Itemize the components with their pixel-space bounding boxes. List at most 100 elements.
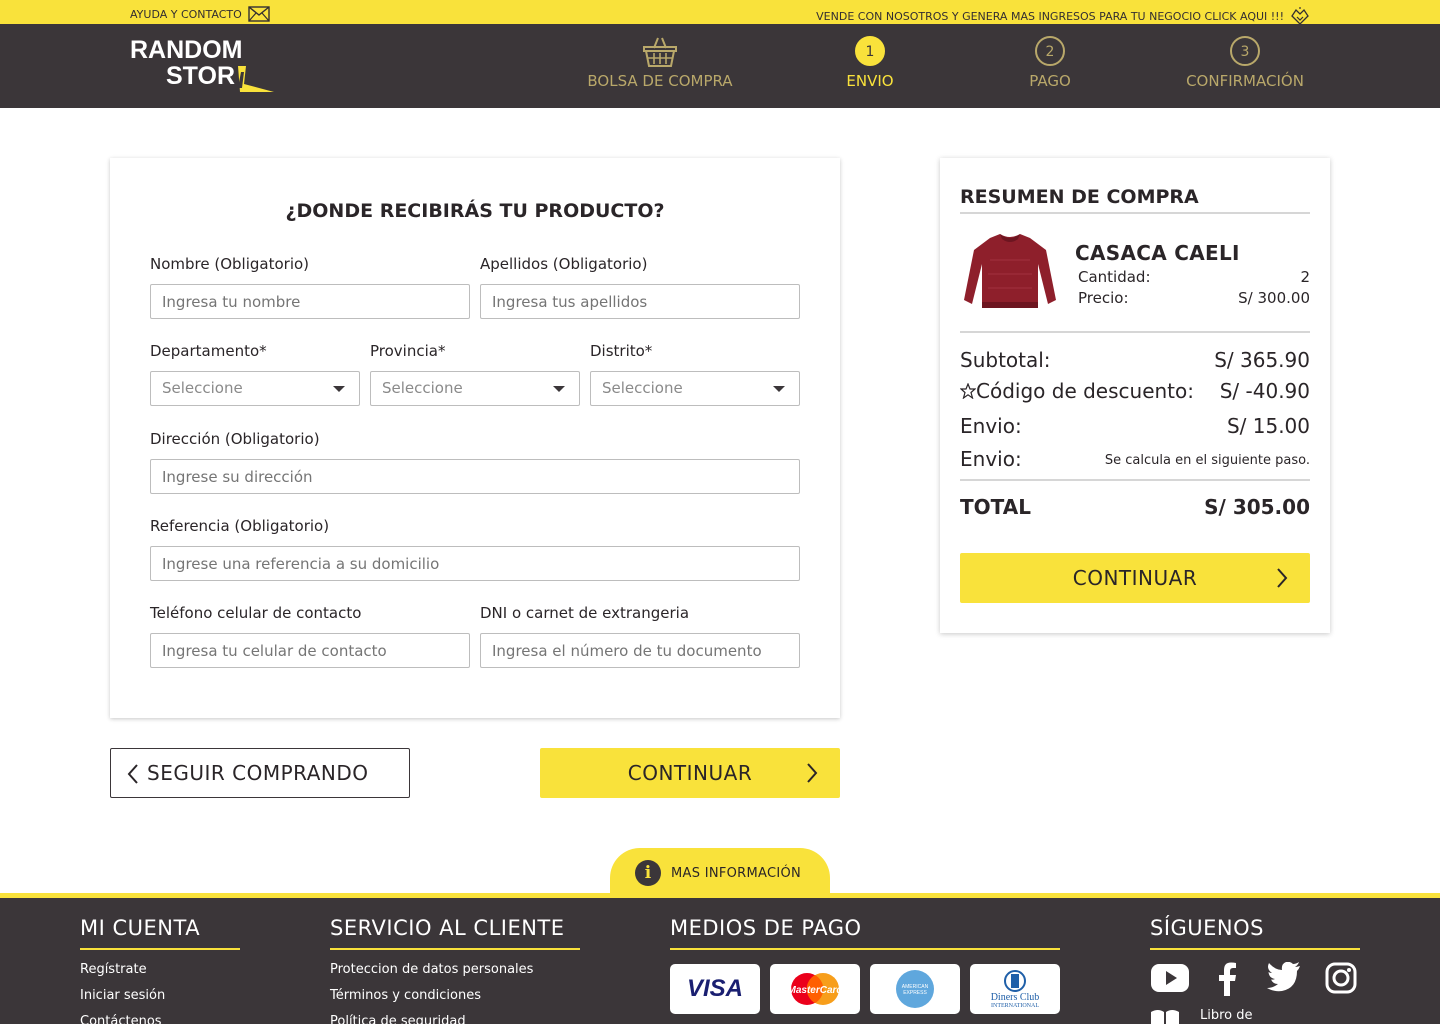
provincia-label: Provincia* (370, 342, 446, 360)
shipping-note-label: Envio: (960, 447, 1022, 471)
keep-shopping-label: SEGUIR COMPRANDO (147, 761, 369, 785)
contact-link[interactable]: Contáctenos (80, 1014, 162, 1024)
footer: MI CUENTA Regístrate Iniciar sesión Cont… (0, 898, 1440, 1024)
footer-follow-us-title: SÍGUENOS (1150, 916, 1360, 950)
telefono-input[interactable] (150, 633, 470, 668)
help-contact-link[interactable]: AYUDA Y CONTACTO (130, 6, 270, 22)
star-icon[interactable] (959, 382, 977, 400)
random-store-logo[interactable]: RANDOM STOR (128, 36, 278, 96)
step-number: 1 (855, 36, 885, 66)
discount-value: S/ -40.90 (1219, 379, 1310, 403)
basket-icon (583, 36, 737, 72)
product-name: CASACA CAELI (1075, 241, 1240, 265)
handshake-icon (1291, 7, 1309, 25)
visa-card: VISA (670, 964, 760, 1014)
shipping-value: S/ 15.00 (1226, 414, 1310, 438)
price-label: Precio: (1078, 289, 1129, 307)
mail-icon (248, 6, 270, 22)
departamento-label: Departamento* (150, 342, 267, 360)
terms-link[interactable]: Términos y condiciones (330, 988, 481, 1003)
step-label: CONFIRMACIÓN (1186, 72, 1304, 90)
help-contact-label: AYUDA Y CONTACTO (130, 7, 242, 21)
shipping-row: Envio: S/ 15.00 (960, 414, 1310, 438)
price-value: S/ 300.00 (1238, 289, 1310, 307)
svg-text:INTERNATIONAL: INTERNATIONAL (991, 1003, 1039, 1009)
youtube-icon[interactable] (1150, 962, 1190, 994)
apellidos-input[interactable] (480, 284, 800, 319)
svg-text:Diners Club: Diners Club (991, 992, 1040, 1003)
step-confirmacion[interactable]: 3 CONFIRMACIÓN (1175, 36, 1315, 90)
chevron-right-icon (1277, 568, 1288, 588)
divider (960, 212, 1310, 214)
divider (960, 331, 1310, 333)
total-label: TOTAL (960, 495, 1031, 519)
quantity-label: Cantidad: (1078, 268, 1151, 286)
footer-my-account-title: MI CUENTA (80, 916, 240, 950)
complaints-book-icon[interactable] (1150, 1008, 1180, 1024)
sell-with-us-link[interactable]: VENDE CON NOSOTROS Y GENERA MAS INGRESOS… (816, 6, 1310, 26)
discount-row: Código de descuento: S/ -40.90 (959, 379, 1310, 403)
summary-continue-label: CONTINUAR (1072, 566, 1198, 590)
departamento-select[interactable]: Seleccione (150, 371, 360, 406)
twitter-icon[interactable] (1267, 962, 1301, 992)
facebook-icon[interactable] (1216, 962, 1238, 996)
caret-down-icon (333, 386, 345, 392)
top-bar: AYUDA Y CONTACTO VENDE CON NOSOTROS Y GE… (0, 0, 1440, 26)
nombre-input[interactable] (150, 284, 470, 319)
discount-label: Código de descuento: (976, 379, 1194, 403)
footer-customer-service-title: SERVICIO AL CLIENTE (330, 916, 580, 950)
security-policy-link[interactable]: Política de seguridad (330, 1014, 466, 1024)
amex-card: AMERICAN EXPRESS (870, 964, 960, 1014)
instagram-icon[interactable] (1325, 962, 1357, 994)
direccion-input[interactable] (150, 459, 800, 494)
departamento-select-value: Seleccione (162, 379, 243, 397)
step-label: ENVIO (846, 72, 894, 90)
dni-label: DNI o carnet de extrangeria (480, 604, 690, 622)
dni-input[interactable] (480, 633, 800, 668)
login-link[interactable]: Iniciar sesión (80, 988, 165, 1003)
register-link[interactable]: Regístrate (80, 962, 147, 977)
shipping-note-value: Se calcula en el siguiente paso. (1104, 453, 1310, 468)
chevron-left-icon (127, 764, 138, 784)
logo-mark: RANDOM STOR (130, 36, 274, 92)
chevron-right-icon (807, 763, 818, 783)
summary-continue-button[interactable]: CONTINUAR (960, 553, 1310, 603)
step-envio[interactable]: 1 ENVIO (830, 36, 910, 90)
product-image (960, 230, 1060, 316)
total-row: TOTAL S/ 305.00 (960, 495, 1310, 519)
subtotal-row: Subtotal: S/ 365.90 (960, 348, 1310, 372)
order-summary: RESUMEN DE COMPRA CASACA CAELI Cantidad:… (940, 158, 1330, 633)
more-info-tab[interactable]: i MAS INFORMACIÓN (610, 848, 830, 898)
continue-button[interactable]: CONTINUAR (540, 748, 840, 798)
info-icon: i (635, 860, 661, 886)
caret-down-icon (553, 386, 565, 392)
data-protection-link[interactable]: Proteccion de datos personales (330, 962, 533, 977)
svg-text:STOR: STOR (166, 62, 235, 90)
complaints-book-link[interactable]: Libro de (1200, 1008, 1253, 1023)
distrito-select[interactable]: Seleccione (590, 371, 800, 406)
more-info-label: MAS INFORMACIÓN (671, 866, 802, 881)
divider (960, 479, 1310, 481)
quantity-value: 2 (1300, 268, 1310, 286)
nombre-label: Nombre (Obligatorio) (150, 255, 310, 273)
shipping-label: Envio: (960, 414, 1022, 438)
referencia-input[interactable] (150, 546, 800, 581)
keep-shopping-button[interactable]: SEGUIR COMPRANDO (110, 748, 410, 798)
mastercard-card: MasterCard (770, 964, 860, 1014)
checkout-header: RANDOM STOR BOLSA DE COMPRA 1 ENVIO 2 PA… (0, 24, 1440, 108)
step-shopping-bag[interactable]: BOLSA DE COMPRA (583, 36, 737, 90)
subtotal-value: S/ 365.90 (1214, 348, 1310, 372)
provincia-select[interactable]: Seleccione (370, 371, 580, 406)
continue-label: CONTINUAR (627, 761, 753, 785)
svg-text:EXPRESS: EXPRESS (903, 990, 927, 996)
diners-logo: Diners Club INTERNATIONAL (991, 970, 1040, 1009)
diners-card: Diners Club INTERNATIONAL (970, 964, 1060, 1014)
apellidos-label: Apellidos (Obligatorio) (480, 255, 648, 273)
shipping-note-row: Envio: Se calcula en el siguiente paso. (960, 447, 1310, 471)
step-number: 2 (1035, 36, 1065, 66)
step-pago[interactable]: 2 PAGO (1010, 36, 1090, 90)
telefono-label: Teléfono celular de contacto (150, 604, 362, 622)
step-label: PAGO (1029, 72, 1071, 90)
provincia-select-value: Seleccione (382, 379, 463, 397)
svg-text:RANDOM: RANDOM (130, 36, 243, 64)
